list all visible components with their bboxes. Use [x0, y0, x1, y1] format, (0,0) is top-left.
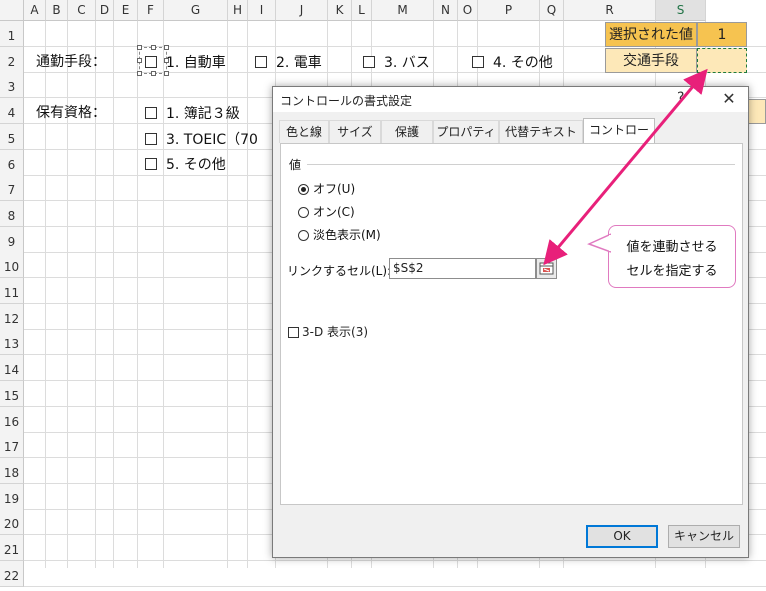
- callout-line-1: 値を連動させる: [626, 240, 718, 255]
- grid-hline: [24, 586, 766, 587]
- callout-line-2: セルを指定する: [626, 264, 718, 279]
- callout-bubble: 値を連動させる セルを指定する: [587, 225, 736, 288]
- callout-tail-icon: [587, 233, 611, 253]
